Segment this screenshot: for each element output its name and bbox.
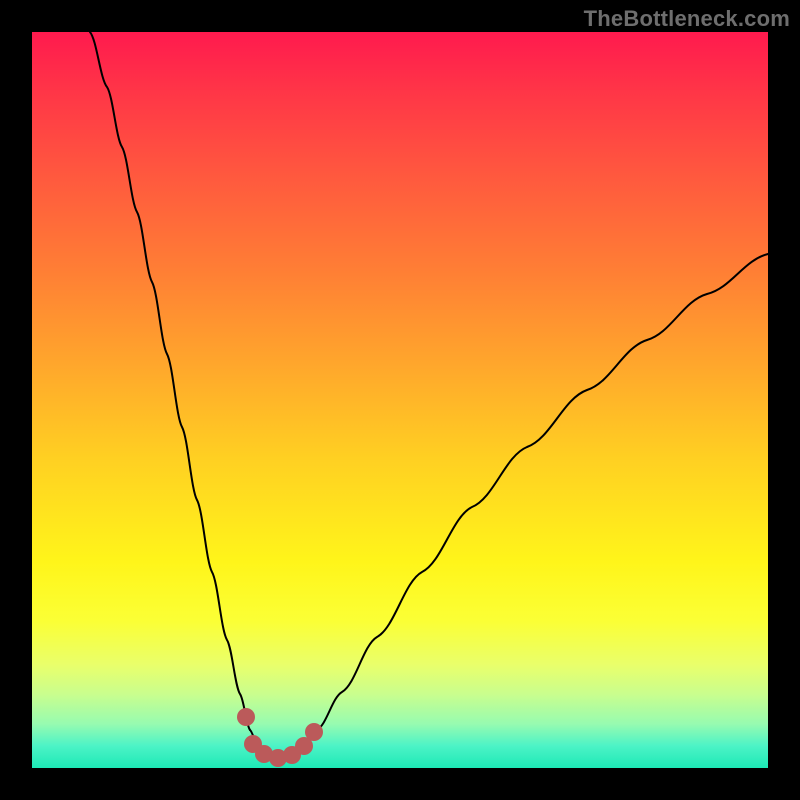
series-group <box>90 32 768 758</box>
series-right_branch <box>317 254 768 730</box>
watermark-label: TheBottleneck.com <box>584 6 790 32</box>
outer-frame: TheBottleneck.com <box>0 0 800 800</box>
valley-marker-0 <box>237 708 255 726</box>
marker-group <box>237 708 323 767</box>
bottleneck-curve <box>32 32 768 768</box>
plot-area <box>32 32 768 768</box>
series-left_branch <box>90 32 250 730</box>
valley-marker-6 <box>305 723 323 741</box>
